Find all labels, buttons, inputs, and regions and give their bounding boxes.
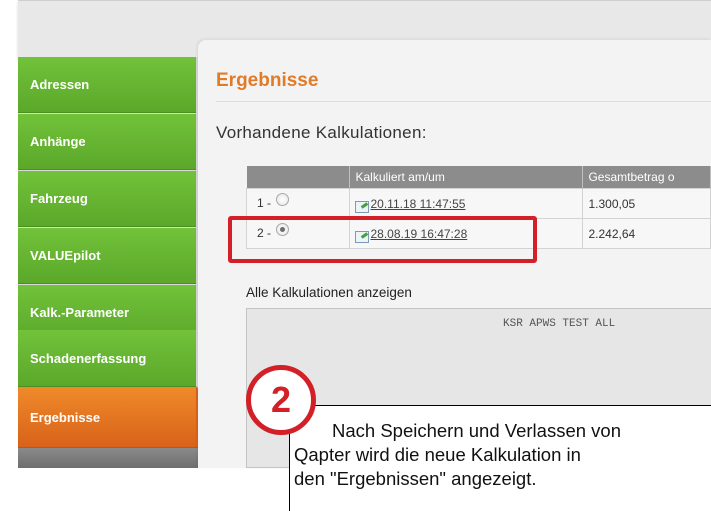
calculation-date-link[interactable]: 20.11.18 11:47:55	[370, 197, 465, 211]
preview-text: KSR APWS TEST ALL	[503, 318, 616, 330]
sidebar-item-label: Schadenerfassung	[30, 350, 147, 366]
callout-line: Nach Speichern und Verlassen von	[332, 420, 621, 441]
row-select-cell: 1 -	[245, 188, 351, 219]
row-amount-cell: 2.242,64	[582, 218, 711, 249]
callout-step-number: 2	[246, 365, 316, 435]
column-header-date[interactable]: Kalkuliert am/um	[349, 166, 584, 189]
sidebar-item-label: Fahrzeug	[30, 191, 88, 206]
sidebar-item-schadenerfassung[interactable]: Schadenerfassung	[18, 330, 196, 387]
table-row: 1 - 20.11.18 11:47:55 1.300,05	[245, 188, 711, 219]
table-header-row: Kalkuliert am/um Gesamtbetrag o	[246, 166, 711, 189]
sidebar-item-label: Kalk.-Parameter	[30, 305, 129, 320]
sidebar-item-valuepilot[interactable]: VALUEpilot	[18, 228, 196, 284]
calculation-icon	[355, 201, 370, 214]
row-amount-cell: 1.300,05	[582, 188, 711, 219]
sidebar-item-ergebnisse[interactable]: Ergebnisse	[18, 387, 198, 448]
sidebar-item-anhaenge[interactable]: Anhänge	[18, 114, 196, 170]
left-margin	[0, 0, 18, 511]
callout-note: Nach Speichern und Verlassen von Qapter …	[289, 405, 711, 511]
show-all-calculations-link[interactable]: Alle Kalkulationen anzeigen	[246, 285, 412, 300]
column-header-select	[246, 166, 351, 189]
row-date-cell: 20.11.18 11:47:55	[349, 188, 584, 219]
sidebar-item-adressen[interactable]: Adressen	[18, 57, 196, 113]
row-index: 1 -	[257, 196, 272, 211]
callout-line: Qapter wird die neue Kalkulation in	[294, 444, 581, 465]
page-title: Ergebnisse	[216, 70, 319, 91]
section-title: Vorhandene Kalkulationen:	[216, 123, 427, 142]
sidebar-item-label: Ergebnisse	[30, 409, 101, 425]
sidebar-item-label: VALUEpilot	[30, 248, 101, 263]
sidebar-item-fahrzeug[interactable]: Fahrzeug	[18, 171, 196, 227]
sidebar-item-collapsed[interactable]	[18, 448, 198, 468]
row-radio-button[interactable]	[276, 192, 290, 206]
title-divider	[216, 101, 711, 102]
highlight-frame	[228, 216, 537, 263]
sidebar-item-label: Anhänge	[30, 134, 86, 149]
column-header-amount[interactable]: Gesamtbetrag o	[582, 166, 711, 189]
sidebar-item-label: Adressen	[30, 77, 90, 92]
callout-line: den "Ergebnissen" angezeigt.	[294, 468, 537, 489]
